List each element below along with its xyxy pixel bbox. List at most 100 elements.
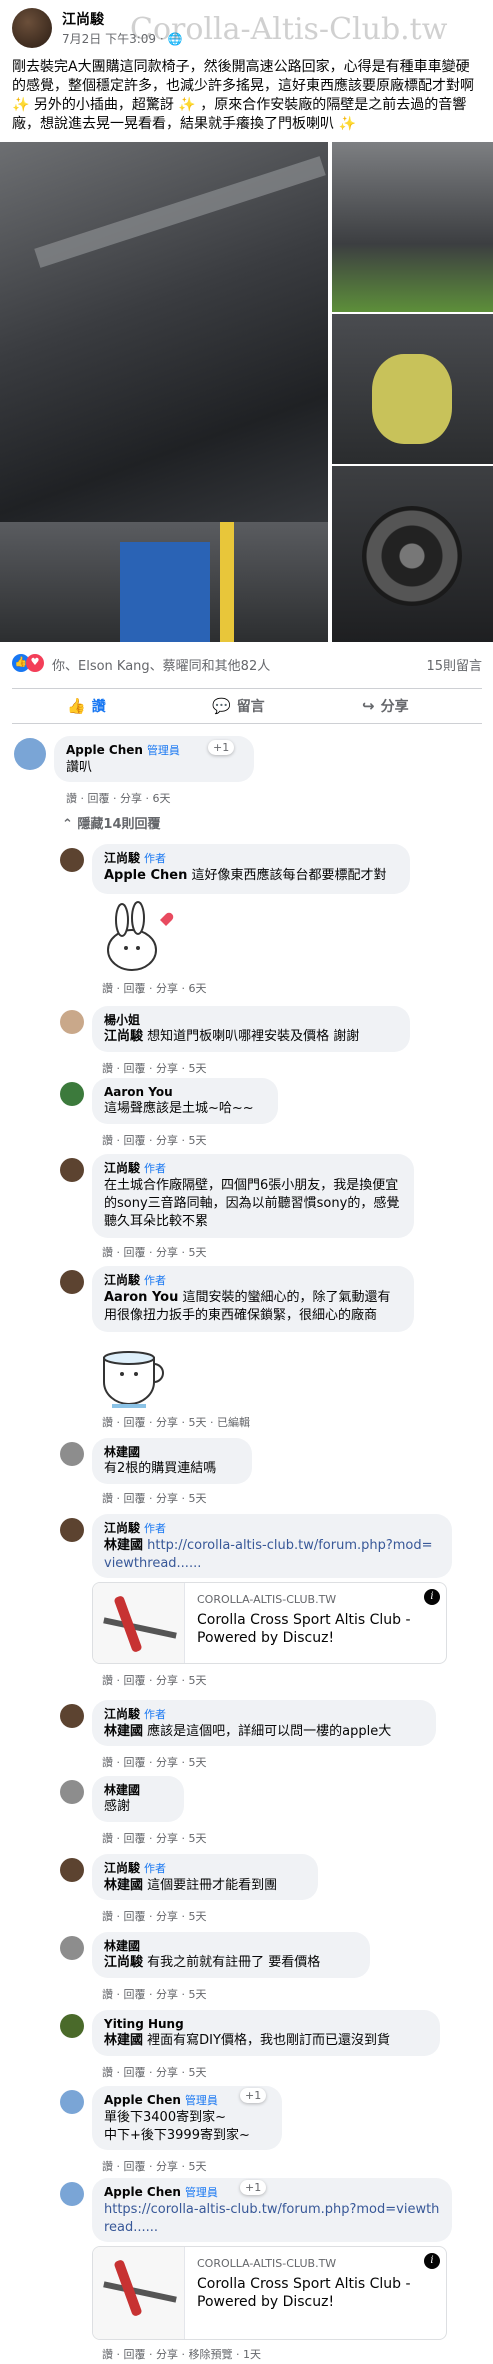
comment-author-name[interactable]: 林建國 <box>104 1782 172 1798</box>
comment-author-name[interactable]: 林建國 <box>104 1938 358 1954</box>
comment-label: 留言 <box>236 699 265 715</box>
comment-author-name[interactable]: Apple Chen <box>66 743 143 757</box>
photo-car-underside[interactable] <box>0 142 328 642</box>
avatar[interactable] <box>60 1442 84 1466</box>
comment-link[interactable]: http://corolla-altis-club.tw/forum.php?m… <box>104 1538 433 1571</box>
comment-actions[interactable]: 讚 · 回覆 · 分享 · 5天 <box>102 1060 206 1076</box>
post-header: 江尚駿 7月2日 下午3:09 · 🌐 Corolla-Altis-Club.t… <box>0 0 493 55</box>
photo-door-panel[interactable] <box>332 314 493 464</box>
comment-icon: 💬 <box>212 697 231 715</box>
comment-bubble: Aaron You 這場聲應該是土城~哈~~ <box>92 1078 278 1124</box>
avatar[interactable] <box>60 2090 84 2114</box>
avatar[interactable] <box>14 738 46 770</box>
mention[interactable]: 林建國 <box>104 1724 143 1739</box>
comment-text: 林建國 應該是這個吧，詳細可以問一樓的apple大 <box>104 1723 424 1741</box>
mention[interactable]: 林建國 <box>104 1538 143 1553</box>
comment-bubble: Yiting Hung 林建國 裡面有寫DIY價格，我也剛訂而已還沒到貨 <box>92 2010 440 2056</box>
mention[interactable]: Aaron You <box>104 1290 178 1305</box>
avatar[interactable] <box>60 1158 84 1182</box>
avatar[interactable] <box>60 848 84 872</box>
post-text: 剛去裝完A大團購這同款椅子，然後開高速公路回家，心得是有種車車變硬的感覺，整個穩… <box>12 59 474 132</box>
comment-author-name[interactable]: Yiting Hung <box>104 2016 428 2032</box>
mention[interactable]: 林建國 <box>104 1878 143 1893</box>
reaction-chip[interactable]: +1 <box>240 2088 267 2103</box>
photo-suspension[interactable] <box>332 142 493 312</box>
comment-author: 江尚駿 作者 <box>104 1160 402 1177</box>
author-avatar[interactable] <box>12 8 52 48</box>
avatar[interactable] <box>60 2182 84 2206</box>
comment-author-name[interactable]: 林建國 <box>104 1444 240 1460</box>
reaction-chip[interactable]: +1 <box>240 2180 267 2195</box>
like-label: 讚 <box>91 699 106 715</box>
comment-button[interactable]: 💬 留言 <box>212 689 265 723</box>
reaction-chip[interactable]: +1 <box>208 740 235 755</box>
comment-actions[interactable]: 讚 · 回覆 · 分享 · 5天 <box>102 1830 206 1846</box>
comment-actions[interactable]: 讚 · 回覆 · 分享 · 5天 · 已編輯 <box>102 1414 250 1430</box>
comment-author-name[interactable]: 江尚駿 <box>104 1861 140 1875</box>
comment-text: Aaron You 這間安裝的蠻細心的，除了氣動還有用很像扭力扳手的東西確保鎖緊… <box>104 1289 402 1325</box>
comment-author-name[interactable]: 江尚駿 <box>104 1707 140 1721</box>
cup-sticker <box>92 1336 172 1410</box>
post-author[interactable]: 江尚駿 <box>62 9 104 29</box>
admin-badge: 管理員 <box>184 2094 218 2107</box>
comment-author-name[interactable]: 楊小姐 <box>104 1012 398 1028</box>
avatar[interactable] <box>60 1704 84 1728</box>
mention[interactable]: 林建國 <box>104 2033 143 2048</box>
comment-actions[interactable]: 讚 · 回覆 · 分享 · 6天 <box>102 980 206 996</box>
comment-actions[interactable]: 讚 · 回覆 · 分享 · 5天 <box>102 1672 206 1688</box>
admin-badge: 管理員 <box>184 2186 218 2199</box>
hide-replies-toggle[interactable]: ⌃ 隱藏14則回覆 <box>62 813 161 832</box>
comment-text: 感謝 <box>104 1799 131 1814</box>
link-title: Corolla Cross Sport Altis Club - Powered… <box>197 1612 411 1646</box>
comment-author-name[interactable]: Apple Chen <box>104 2185 181 2199</box>
mention[interactable]: 江尚駿 <box>104 1955 143 1970</box>
avatar[interactable] <box>60 1780 84 1804</box>
comment-actions[interactable]: 讚 · 回覆 · 分享 · 移除預覽 · 1天 <box>102 2346 261 2362</box>
comment-actions[interactable]: 讚 · 回覆 · 分享 · 5天 <box>102 1244 206 1260</box>
comment-actions[interactable]: 讚 · 回覆 · 分享 · 6天 <box>66 790 170 806</box>
comment-actions[interactable]: 讚 · 回覆 · 分享 · 5天 <box>102 1908 206 1924</box>
avatar[interactable] <box>60 1936 84 1960</box>
comment-text: 江尚駿 有我之前就有註冊了 要看價格 <box>104 1954 358 1972</box>
bunny-sticker <box>96 900 176 980</box>
cup-sticker-graphic <box>103 1351 164 1408</box>
avatar[interactable] <box>60 1082 84 1106</box>
comment-author-name[interactable]: 江尚駿 <box>104 1521 140 1535</box>
comment-actions[interactable]: 讚 · 回覆 · 分享 · 5天 <box>102 1986 206 2002</box>
reaction-summary[interactable]: 你、Elson Kang、蔡曜同和其他82人 <box>52 655 270 674</box>
like-button[interactable]: 👍 讚 <box>67 689 106 723</box>
comment-actions[interactable]: 讚 · 回覆 · 分享 · 5天 <box>102 1754 206 1770</box>
avatar[interactable] <box>60 1270 84 1294</box>
share-button[interactable]: ↪ 分享 <box>362 689 409 723</box>
avatar[interactable] <box>60 1858 84 1882</box>
mention[interactable]: 江尚駿 <box>104 1029 143 1044</box>
avatar[interactable] <box>60 2014 84 2038</box>
info-icon[interactable]: i <box>424 1589 440 1605</box>
mention[interactable]: Apple Chen <box>104 868 187 883</box>
info-icon[interactable]: i <box>424 2253 440 2269</box>
comment-author-name[interactable]: Apple Chen <box>104 2093 181 2107</box>
comment-body: 想知道門板喇叭哪裡安裝及價格 謝謝 <box>147 1029 360 1044</box>
comment-actions[interactable]: 讚 · 回覆 · 分享 · 5天 <box>102 1490 206 1506</box>
comment-actions[interactable]: 讚 · 回覆 · 分享 · 5天 <box>102 2064 206 2080</box>
comment-author-name[interactable]: Aaron You <box>104 1084 266 1100</box>
comment-link[interactable]: https://corolla-altis-club.tw/forum.php?… <box>104 2201 440 2237</box>
chip-count: +1 <box>213 741 230 754</box>
avatar[interactable] <box>60 1518 84 1542</box>
link-preview-card[interactable]: COROLLA-ALTIS-CLUB.TW Corolla Cross Spor… <box>92 1582 447 1664</box>
photo-detail <box>120 542 210 642</box>
comment-count[interactable]: 15則留言 <box>426 655 482 674</box>
photo-speaker[interactable] <box>332 466 493 642</box>
comment-author-name[interactable]: 江尚駿 <box>104 1273 140 1287</box>
comment-author: 江尚駿 作者 <box>104 1860 306 1877</box>
comment-bubble: 林建國 江尚駿 有我之前就有註冊了 要看價格 <box>92 1932 370 1978</box>
comment-actions[interactable]: 讚 · 回覆 · 分享 · 5天 <box>102 2158 206 2174</box>
comment-actions[interactable]: 讚 · 回覆 · 分享 · 5天 <box>102 1132 206 1148</box>
love-reaction-icon[interactable]: ♥ <box>26 654 44 672</box>
comment-author-name[interactable]: 江尚駿 <box>104 1161 140 1175</box>
comment-author-name[interactable]: 江尚駿 <box>104 851 140 865</box>
link-preview-card[interactable]: COROLLA-ALTIS-CLUB.TW Corolla Cross Spor… <box>92 2246 447 2340</box>
comment-text: 有2根的購買連結嗎 <box>104 1461 217 1476</box>
avatar[interactable] <box>60 1010 84 1034</box>
bunny-sticker-graphic <box>107 901 174 971</box>
